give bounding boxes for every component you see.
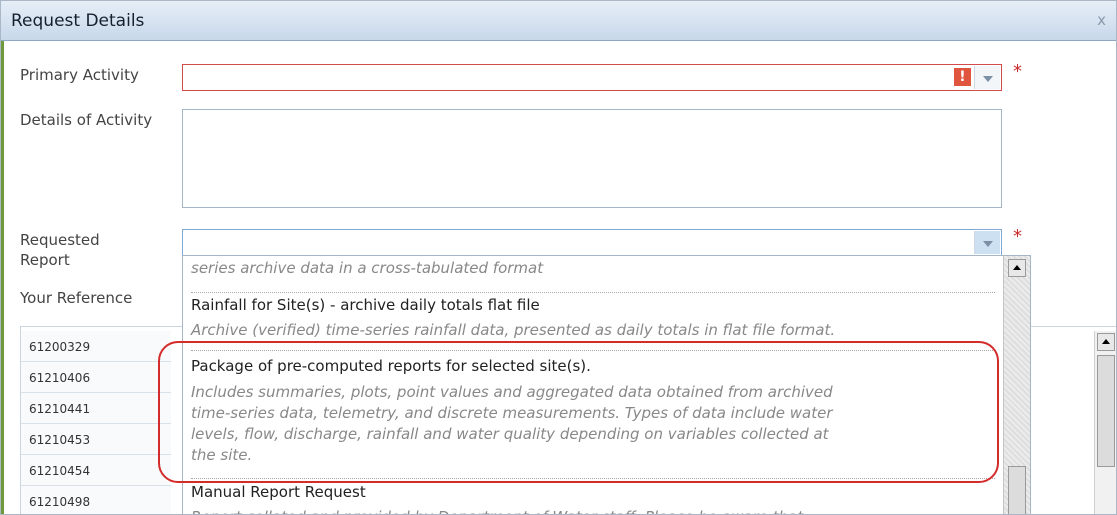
table-row[interactable]: 61210498: [21, 486, 171, 514]
required-marker: *: [1013, 226, 1022, 247]
request-details-dialog: Request Details x Primary Activity ! * D…: [0, 0, 1117, 515]
scroll-thumb[interactable]: [1008, 466, 1026, 514]
requested-report-options-list: series archive data in a cross-tabulated…: [182, 255, 1031, 514]
details-of-activity-label: Details of Activity: [20, 111, 153, 129]
option-separator: [191, 478, 995, 479]
option-title: Manual Report Request: [191, 483, 366, 501]
option-description-line: Includes summaries, plots, point values …: [191, 383, 833, 401]
error-icon: !: [954, 68, 971, 86]
option-description-line: levels, flow, discharge, rainfall and wa…: [191, 425, 829, 443]
scroll-thumb[interactable]: [1097, 355, 1115, 467]
arrow-up-icon: [1102, 339, 1110, 344]
table-row[interactable]: 61200329: [21, 331, 171, 362]
scroll-up-button[interactable]: [1097, 333, 1115, 351]
primary-activity-select[interactable]: !: [182, 64, 1002, 91]
option-description-line: the site.: [191, 446, 253, 464]
option-description-line: time-series data, telemetry, and discret…: [191, 404, 833, 422]
frame-accent-left: [1, 41, 4, 514]
option-description: Report collated and provided by Departme…: [191, 507, 991, 514]
dialog-title: Request Details: [11, 11, 145, 31]
details-of-activity-textarea[interactable]: [182, 109, 1002, 208]
your-reference-label: Your Reference: [20, 289, 133, 307]
table-row[interactable]: 61210454: [21, 455, 171, 486]
option-title: Package of pre-computed reports for sele…: [191, 357, 591, 375]
chevron-down-icon: [983, 76, 993, 82]
requested-report-dropdown-button[interactable]: [974, 231, 1000, 254]
title-bar: Request Details x: [1, 1, 1116, 41]
requested-report-label-line1: Requested: [20, 231, 100, 249]
arrow-up-icon: [1013, 265, 1021, 270]
option-separator: [191, 292, 995, 293]
table-row[interactable]: 61210406: [21, 362, 171, 393]
option-title: Rainfall for Site(s) - archive daily tot…: [191, 296, 540, 314]
option-partial-description: series archive data in a cross-tabulated…: [191, 259, 544, 277]
requested-report-select[interactable]: [182, 229, 1002, 256]
option-description: Archive (verified) time-series rainfall …: [191, 321, 836, 339]
table-row[interactable]: 61210441: [21, 393, 171, 424]
required-marker: *: [1013, 61, 1022, 82]
requested-report-label-line2: Report: [20, 251, 70, 269]
option-separator: [191, 350, 995, 351]
scroll-up-button[interactable]: [1008, 259, 1026, 277]
chevron-down-icon: [983, 241, 993, 247]
table-row[interactable]: 61210453: [21, 424, 171, 455]
primary-activity-dropdown-button[interactable]: [974, 66, 1000, 89]
grid-scrollbar[interactable]: [1094, 331, 1116, 514]
close-icon[interactable]: x: [1097, 11, 1106, 29]
options-scrollbar[interactable]: [1003, 256, 1030, 514]
primary-activity-label: Primary Activity: [20, 66, 139, 84]
